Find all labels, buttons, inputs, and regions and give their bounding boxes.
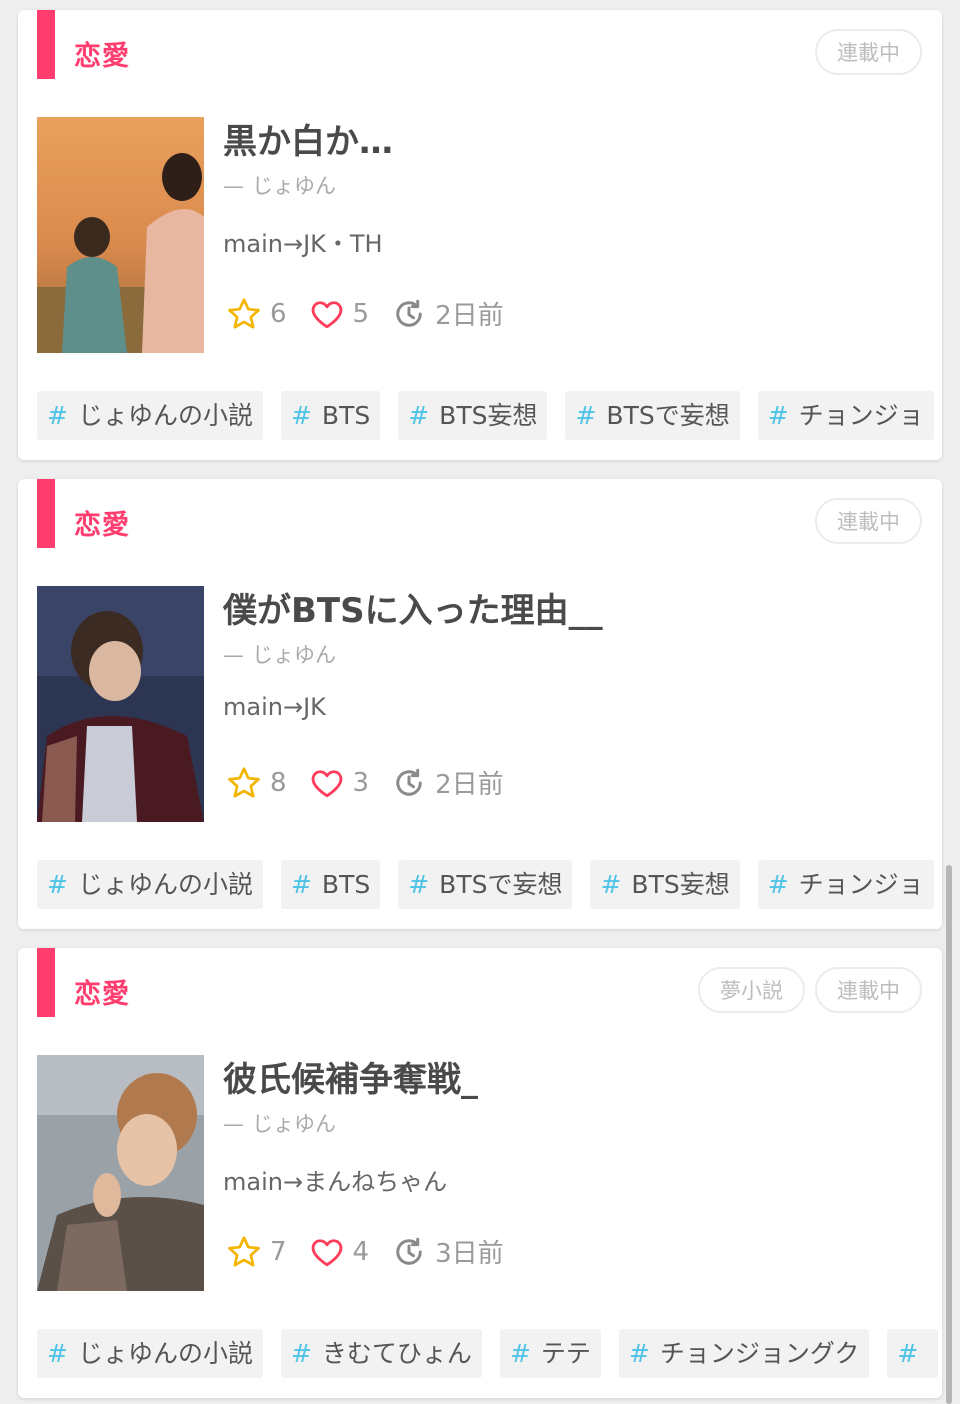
updated-time: 3日前	[435, 1239, 504, 1269]
like-count: 3	[352, 767, 370, 798]
tag-chip[interactable]: # BTS妄想	[398, 391, 548, 440]
cover-image[interactable]	[37, 586, 204, 822]
heart-icon	[311, 300, 342, 328]
story-description: main→まんねちゃん	[223, 1168, 448, 1196]
author-dash: —	[223, 174, 244, 198]
story-description: main→JK・TH	[223, 230, 383, 258]
star-icon	[228, 766, 260, 798]
novel-card[interactable]: 恋愛 連載中 黒か白か… — じょゆん main→JK・TH 6 5 2日前 #…	[18, 10, 942, 460]
category-bar	[37, 479, 55, 548]
tag-list: # じょゆんの小説 # BTS # BTSで妄想 # BTS妄想 # チョンジョ	[37, 860, 942, 909]
update-clock-icon	[396, 768, 422, 796]
tag-chip[interactable]: # BTS	[280, 860, 381, 909]
story-title[interactable]: 彼氏候補争奪戦_	[223, 1052, 478, 1101]
update-clock-icon	[396, 1237, 422, 1265]
tag-chip[interactable]: # チョンジョ	[757, 860, 934, 909]
tag-chip[interactable]: # じょゆんの小説	[37, 391, 263, 440]
category-bar	[37, 10, 55, 79]
story-stats: 7 4 3日前	[226, 1233, 526, 1270]
author-label: じょゆん	[252, 1112, 336, 1136]
like-count: 4	[352, 1236, 370, 1267]
heart-icon	[311, 1238, 342, 1266]
status-badge: 連載中	[815, 498, 922, 544]
badge-group: 連載中	[815, 498, 922, 544]
tag-chip[interactable]: # じょゆんの小説	[37, 860, 263, 909]
star-count: 6	[270, 298, 287, 329]
story-stats: 6 5 2日前	[226, 295, 526, 332]
tag-list: # じょゆんの小説 # BTS # BTS妄想 # BTSで妄想 # チョンジョ	[37, 391, 942, 440]
author-name[interactable]: — じょゆん	[223, 639, 336, 669]
updated-time: 2日前	[435, 301, 504, 331]
tag-chip[interactable]: # BTS妄想	[590, 860, 740, 909]
status-badge: 連載中	[815, 967, 922, 1013]
badge-group: 夢小説 連載中	[698, 967, 922, 1013]
category-label: 恋愛	[74, 510, 130, 541]
star-count: 8	[270, 767, 287, 798]
author-label: じょゆん	[252, 643, 336, 667]
tag-chip[interactable]: # チョンジョングク	[618, 1329, 870, 1378]
novel-card[interactable]: 恋愛 連載中 僕がBTSに入った理由__ — じょゆん main→JK 8 3 2…	[18, 479, 942, 929]
star-count: 7	[270, 1236, 287, 1267]
updated-time: 2日前	[435, 770, 504, 800]
author-dash: —	[223, 643, 244, 667]
story-stats: 8 3 2日前	[226, 764, 526, 801]
category-bar	[37, 948, 55, 1017]
scrollbar[interactable]	[946, 865, 952, 1404]
author-dash: —	[223, 1112, 244, 1136]
badge-group: 連載中	[815, 29, 922, 75]
author-label: じょゆん	[252, 174, 336, 198]
tag-chip[interactable]: # きむてひょん	[280, 1329, 482, 1378]
cover-image[interactable]	[37, 1055, 204, 1291]
tag-chip[interactable]: # じょゆんの小説	[37, 1329, 263, 1378]
tag-chip[interactable]: # BTS	[280, 391, 381, 440]
tag-chip[interactable]: # BTSで妄想	[565, 391, 740, 440]
tag-list: # じょゆんの小説 # きむてひょん # テテ # チョンジョングク #	[37, 1329, 942, 1378]
category-label: 恋愛	[74, 41, 130, 72]
story-title[interactable]: 黒か白か…	[223, 114, 393, 163]
heart-icon	[311, 769, 342, 797]
like-count: 5	[352, 298, 370, 329]
genre-badge: 夢小説	[698, 967, 805, 1013]
tag-chip[interactable]: # BTSで妄想	[398, 860, 573, 909]
update-clock-icon	[396, 299, 422, 327]
category-label: 恋愛	[74, 979, 130, 1010]
novel-card[interactable]: 恋愛 夢小説 連載中 彼氏候補争奪戦_ — じょゆん main→まんねちゃん 7 …	[18, 948, 942, 1398]
cover-image[interactable]	[37, 117, 204, 353]
tag-chip[interactable]: # テテ	[499, 1329, 601, 1378]
star-icon	[228, 1235, 260, 1267]
author-name[interactable]: — じょゆん	[223, 170, 336, 200]
story-title[interactable]: 僕がBTSに入った理由__	[223, 583, 603, 632]
tag-chip[interactable]: #	[887, 1329, 939, 1378]
tag-chip[interactable]: # チョンジョ	[757, 391, 934, 440]
story-description: main→JK	[223, 693, 326, 721]
star-icon	[228, 297, 260, 329]
author-name[interactable]: — じょゆん	[223, 1108, 336, 1138]
status-badge: 連載中	[815, 29, 922, 75]
